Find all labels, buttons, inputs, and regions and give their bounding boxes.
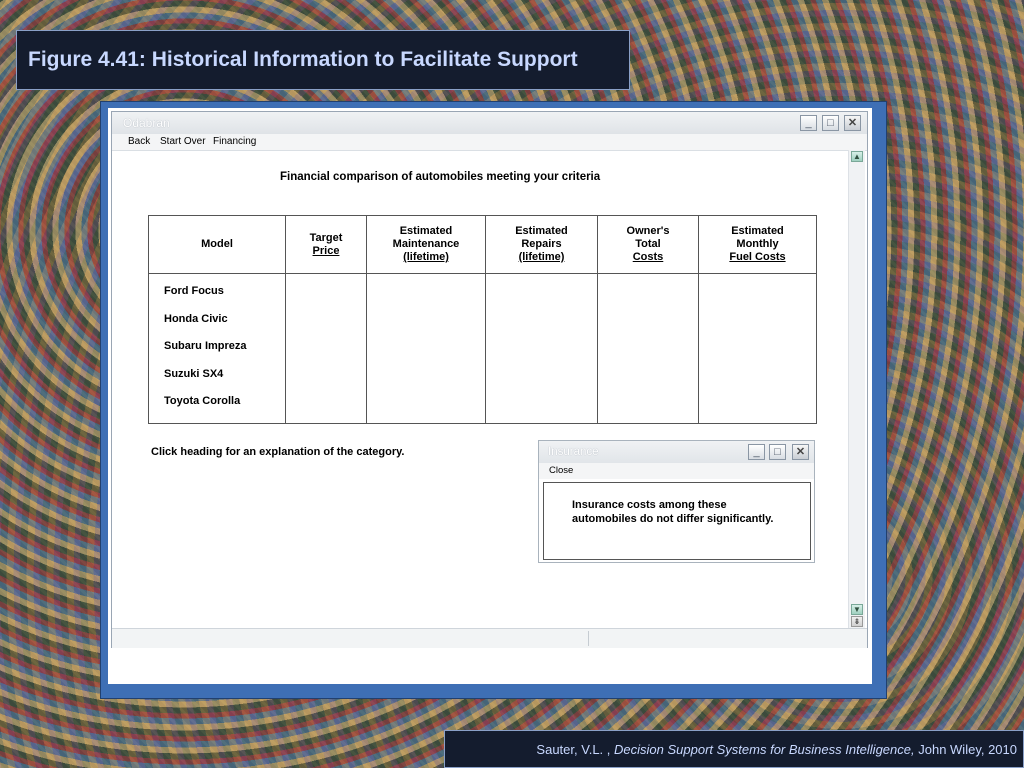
column-header-label: Target — [309, 231, 343, 244]
citation-box: Sauter, V.L. , Decision Support Systems … — [444, 730, 1024, 768]
maintenance-cell — [366, 273, 486, 424]
status-bar — [112, 628, 867, 648]
list-item: Subaru Impreza — [164, 340, 247, 352]
popup-maximize-button[interactable]: □ — [769, 444, 786, 460]
column-header-label: Repairs — [521, 238, 562, 250]
scroll-down-button[interactable]: ▼ — [851, 604, 863, 615]
total-costs-cell — [597, 273, 699, 424]
table-row: Ford Focus Honda Civic Subaru Impreza Su… — [148, 273, 817, 424]
comparison-title: Financial comparison of automobiles meet… — [280, 171, 601, 183]
column-header-model[interactable]: Model — [148, 215, 286, 274]
list-item: Honda Civic — [164, 312, 228, 325]
insurance-popup: Insurance _ □ ✕ Close Insurance costs am… — [538, 440, 815, 563]
column-header-label: (lifetime) — [518, 251, 565, 263]
column-header-label: Estimated — [515, 225, 568, 237]
window-titlebar[interactable]: Odabran _ □ ✕ — [112, 112, 867, 134]
scroll-end-button[interactable]: ⇟ — [851, 616, 863, 627]
list-item: Ford Focus — [164, 285, 224, 297]
column-header-target-price[interactable]: Target Price — [285, 215, 367, 274]
column-header-estimated-repairs[interactable]: Estimated Repairs (lifetime) — [485, 215, 598, 274]
citation-book: Decision Support Systems for Business In… — [614, 741, 915, 757]
popup-message: Insurance costs among these automobiles … — [572, 499, 774, 525]
popup-title: Insurance — [548, 446, 599, 458]
column-header-label: Total — [635, 238, 661, 250]
comparison-table: Model Target Price Estimated Maintenance… — [148, 215, 817, 424]
column-header-label: (lifetime) — [403, 251, 449, 263]
popup-minimize-button[interactable]: _ — [748, 444, 765, 460]
window-title: Odabran — [123, 116, 170, 130]
status-divider — [588, 631, 589, 646]
column-header-label: Estimated — [731, 225, 784, 237]
column-header-label: Monthly — [736, 238, 779, 250]
target-price-cell — [285, 273, 367, 424]
model-cell: Ford Focus Honda Civic Subaru Impreza Su… — [148, 273, 286, 424]
column-header-label: Estimated — [399, 225, 453, 237]
close-button[interactable]: ✕ — [844, 115, 861, 131]
popup-body: Insurance costs among these automobiles … — [543, 482, 811, 560]
column-header-label: Model — [201, 238, 233, 250]
citation-publisher: John Wiley, 2010 — [918, 741, 1017, 757]
menu-bar: Back Start Over Financing — [112, 134, 867, 151]
column-header-estimated-monthly-fuel-costs[interactable]: Estimated Monthly Fuel Costs — [698, 215, 817, 274]
maximize-button[interactable]: □ — [822, 115, 839, 131]
slide-title: Figure 4.41: Historical Information to F… — [28, 48, 578, 71]
column-header-estimated-maintenance[interactable]: Estimated Maintenance (lifetime) — [366, 215, 486, 274]
odabran-window: Odabran _ □ ✕ Back Start Over Financing … — [111, 111, 868, 648]
column-header-label: Owner's — [626, 225, 670, 237]
menu-start-over[interactable]: Start Over — [160, 136, 206, 147]
menu-back[interactable]: Back — [128, 136, 150, 147]
repairs-cell — [485, 273, 598, 424]
popup-close-button[interactable]: ✕ — [792, 444, 809, 460]
column-header-owners-total-costs[interactable]: Owner's Total Costs — [597, 215, 699, 274]
fuel-costs-cell — [698, 273, 817, 424]
column-header-label: Price — [312, 244, 340, 257]
column-header-label: Fuel Costs — [729, 251, 786, 263]
popup-menu-close[interactable]: Close — [549, 465, 573, 476]
list-item: Suzuki SX4 — [164, 367, 224, 380]
scroll-up-button[interactable]: ▲ — [851, 151, 863, 162]
column-header-label: Maintenance — [392, 238, 460, 250]
citation-author: Sauter, V.L. , — [536, 741, 611, 757]
popup-menu-bar: Close — [539, 463, 814, 479]
model-list: Ford Focus Honda Civic Subaru Impreza Su… — [149, 274, 285, 423]
table-header-row: Model Target Price Estimated Maintenance… — [148, 215, 817, 274]
slide-title-box: Figure 4.41: Historical Information to F… — [16, 30, 630, 90]
list-item: Toyota Corolla — [164, 395, 241, 407]
hint-text: Click heading for an explanation of the … — [151, 446, 405, 458]
minimize-button[interactable]: _ — [800, 115, 817, 131]
menu-financing[interactable]: Financing — [213, 136, 256, 147]
vertical-scrollbar[interactable]: ▲ ▼ ⇟ — [848, 150, 865, 628]
popup-titlebar[interactable]: Insurance _ □ ✕ — [539, 441, 814, 463]
column-header-label: Costs — [632, 251, 664, 263]
